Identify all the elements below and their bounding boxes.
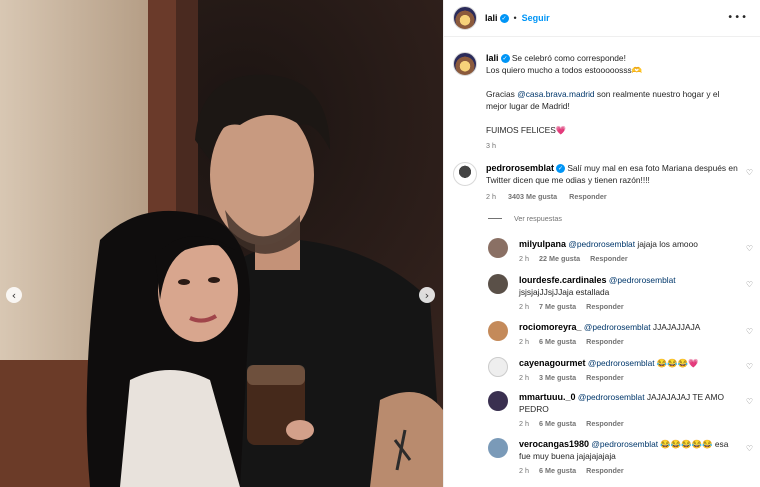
reply-likes[interactable]: 3 Me gusta [539, 373, 576, 382]
reply-likes[interactable]: 7 Me gusta [539, 302, 576, 311]
photo-illustration [0, 0, 443, 487]
post-header: lali ✓ • Seguir ••• [444, 0, 760, 37]
reply-button[interactable]: Responder [586, 373, 624, 382]
reply-button[interactable]: Responder [586, 302, 624, 311]
post-photo: ‹ › [0, 0, 443, 487]
reply-text: jsjsjajJJsjJJaja estallada [519, 287, 610, 297]
caption-line2: Los quiero mucho a todos estooooosss🫶 [486, 65, 643, 75]
reply-likes[interactable]: 6 Me gusta [539, 466, 576, 475]
reply-button[interactable]: Responder [586, 419, 624, 428]
caption-username[interactable]: lali [486, 53, 499, 63]
view-replies-button[interactable]: Ver respuestas [488, 214, 562, 223]
reply-likes[interactable]: 22 Me gusta [539, 254, 580, 263]
reply-text: 😂😂😂💗 [654, 358, 699, 368]
header-separator: • [513, 13, 517, 23]
reply-username[interactable]: rociomoreyra_ [519, 322, 582, 332]
venue-mention-link[interactable]: @casa.brava.madrid [517, 89, 594, 99]
reply-avatar[interactable] [488, 274, 508, 294]
heart-icon[interactable]: ♡ [746, 397, 753, 406]
reply-avatar[interactable] [488, 357, 508, 377]
verified-icon: ✓ [499, 13, 509, 23]
caption-time: 3 h [486, 141, 496, 150]
reply-time: 2 h [519, 419, 529, 428]
heart-icon[interactable]: ♡ [746, 327, 753, 336]
previous-photo-button[interactable]: ‹ [6, 287, 22, 303]
reply-mention[interactable]: @pedrorosemblat [588, 358, 655, 368]
view-replies-label: Ver respuestas [514, 214, 562, 223]
reply-time: 2 h [519, 302, 529, 311]
reply-username[interactable]: milyulpana [519, 239, 566, 249]
heart-icon[interactable]: ♡ [746, 168, 753, 177]
chevron-right-icon: › [424, 288, 430, 302]
reply-time: 2 h [519, 337, 529, 346]
reply-mention[interactable]: @pedrorosemblat [584, 322, 651, 332]
reply-mention[interactable]: @pedrorosemblat [578, 392, 645, 402]
post-side-panel: lali ✓ • Seguir ••• lali ✓ Se celebró com… [443, 0, 760, 487]
more-options-icon[interactable]: ••• [727, 12, 748, 23]
commenter-avatar[interactable] [453, 162, 477, 186]
caption-closing: FUIMOS FELICES💗 [486, 125, 567, 135]
reply-username[interactable]: cayenagourmet [519, 358, 586, 368]
caption-block: lali ✓ Se celebró como corresponde! Los q… [453, 52, 741, 150]
reply-mention[interactable]: @pedrorosemblat [568, 239, 635, 249]
gracias-prefix: Gracias [486, 89, 518, 99]
reply-time: 2 h [519, 254, 529, 263]
reply-username[interactable]: mmartuuu._0 [519, 392, 576, 402]
caption-gracias: Gracias @casa.brava.madrid son realmente… [486, 88, 741, 112]
author-avatar[interactable] [453, 6, 477, 30]
reply-username[interactable]: verocangas1980 [519, 439, 589, 449]
comment-likes[interactable]: 3403 Me gusta [508, 192, 557, 201]
reply-item: lourdesfe.cardinales @pedrorosemblat jsj… [488, 274, 754, 311]
reply-item: milyulpana @pedrorosemblat jajaja los am… [488, 238, 754, 263]
reply-button[interactable]: Responder [586, 337, 624, 346]
reply-likes[interactable]: 6 Me gusta [539, 337, 576, 346]
reply-button[interactable]: Responder [590, 254, 628, 263]
author-username[interactable]: lali [485, 13, 498, 23]
next-photo-button[interactable]: › [419, 287, 435, 303]
verified-icon: ✓ [500, 54, 510, 64]
reply-likes[interactable]: 6 Me gusta [539, 419, 576, 428]
reply-text: jajaja los amooo [635, 239, 698, 249]
reply-avatar[interactable] [488, 438, 508, 458]
reply-item: cayenagourmet @pedrorosemblat 😂😂😂💗 2 h 3 … [488, 357, 754, 382]
reply-avatar[interactable] [488, 238, 508, 258]
reply-time: 2 h [519, 466, 529, 475]
reply-button[interactable]: Responder [586, 466, 624, 475]
reply-text: JJAJAJJAJA [650, 322, 701, 332]
comment-username[interactable]: pedrorosemblat [486, 163, 554, 173]
reply-time: 2 h [519, 373, 529, 382]
replies-divider [488, 218, 502, 219]
comment-reply-button[interactable]: Responder [569, 192, 607, 201]
reply-item: mmartuuu._0 @pedrorosemblat JAJAJAJAJ TE… [488, 391, 754, 428]
heart-icon[interactable]: ♡ [746, 362, 753, 371]
reply-item: verocangas1980 @pedrorosemblat 😂😂😂😂😂 esa… [488, 438, 754, 475]
reply-item: rociomoreyra_ @pedrorosemblat JJAJAJJAJA… [488, 321, 754, 346]
comment-time: 2 h [486, 192, 496, 201]
caption-author-avatar[interactable] [453, 52, 477, 76]
heart-icon[interactable]: ♡ [746, 444, 753, 453]
verified-icon: ✓ [556, 164, 566, 174]
chevron-left-icon: ‹ [11, 288, 17, 302]
reply-mention[interactable]: @pedrorosemblat [591, 439, 658, 449]
reply-avatar[interactable] [488, 321, 508, 341]
reply-avatar[interactable] [488, 391, 508, 411]
follow-button[interactable]: Seguir [522, 13, 550, 23]
reply-username[interactable]: lourdesfe.cardinales [519, 275, 607, 285]
heart-icon[interactable]: ♡ [746, 280, 753, 289]
comment-item: pedrorosemblat ✓ Salí muy mal en esa foto… [453, 162, 738, 201]
caption-line1: Se celebró como corresponde! [511, 53, 626, 63]
heart-icon[interactable]: ♡ [746, 244, 753, 253]
reply-mention[interactable]: @pedrorosemblat [609, 275, 676, 285]
